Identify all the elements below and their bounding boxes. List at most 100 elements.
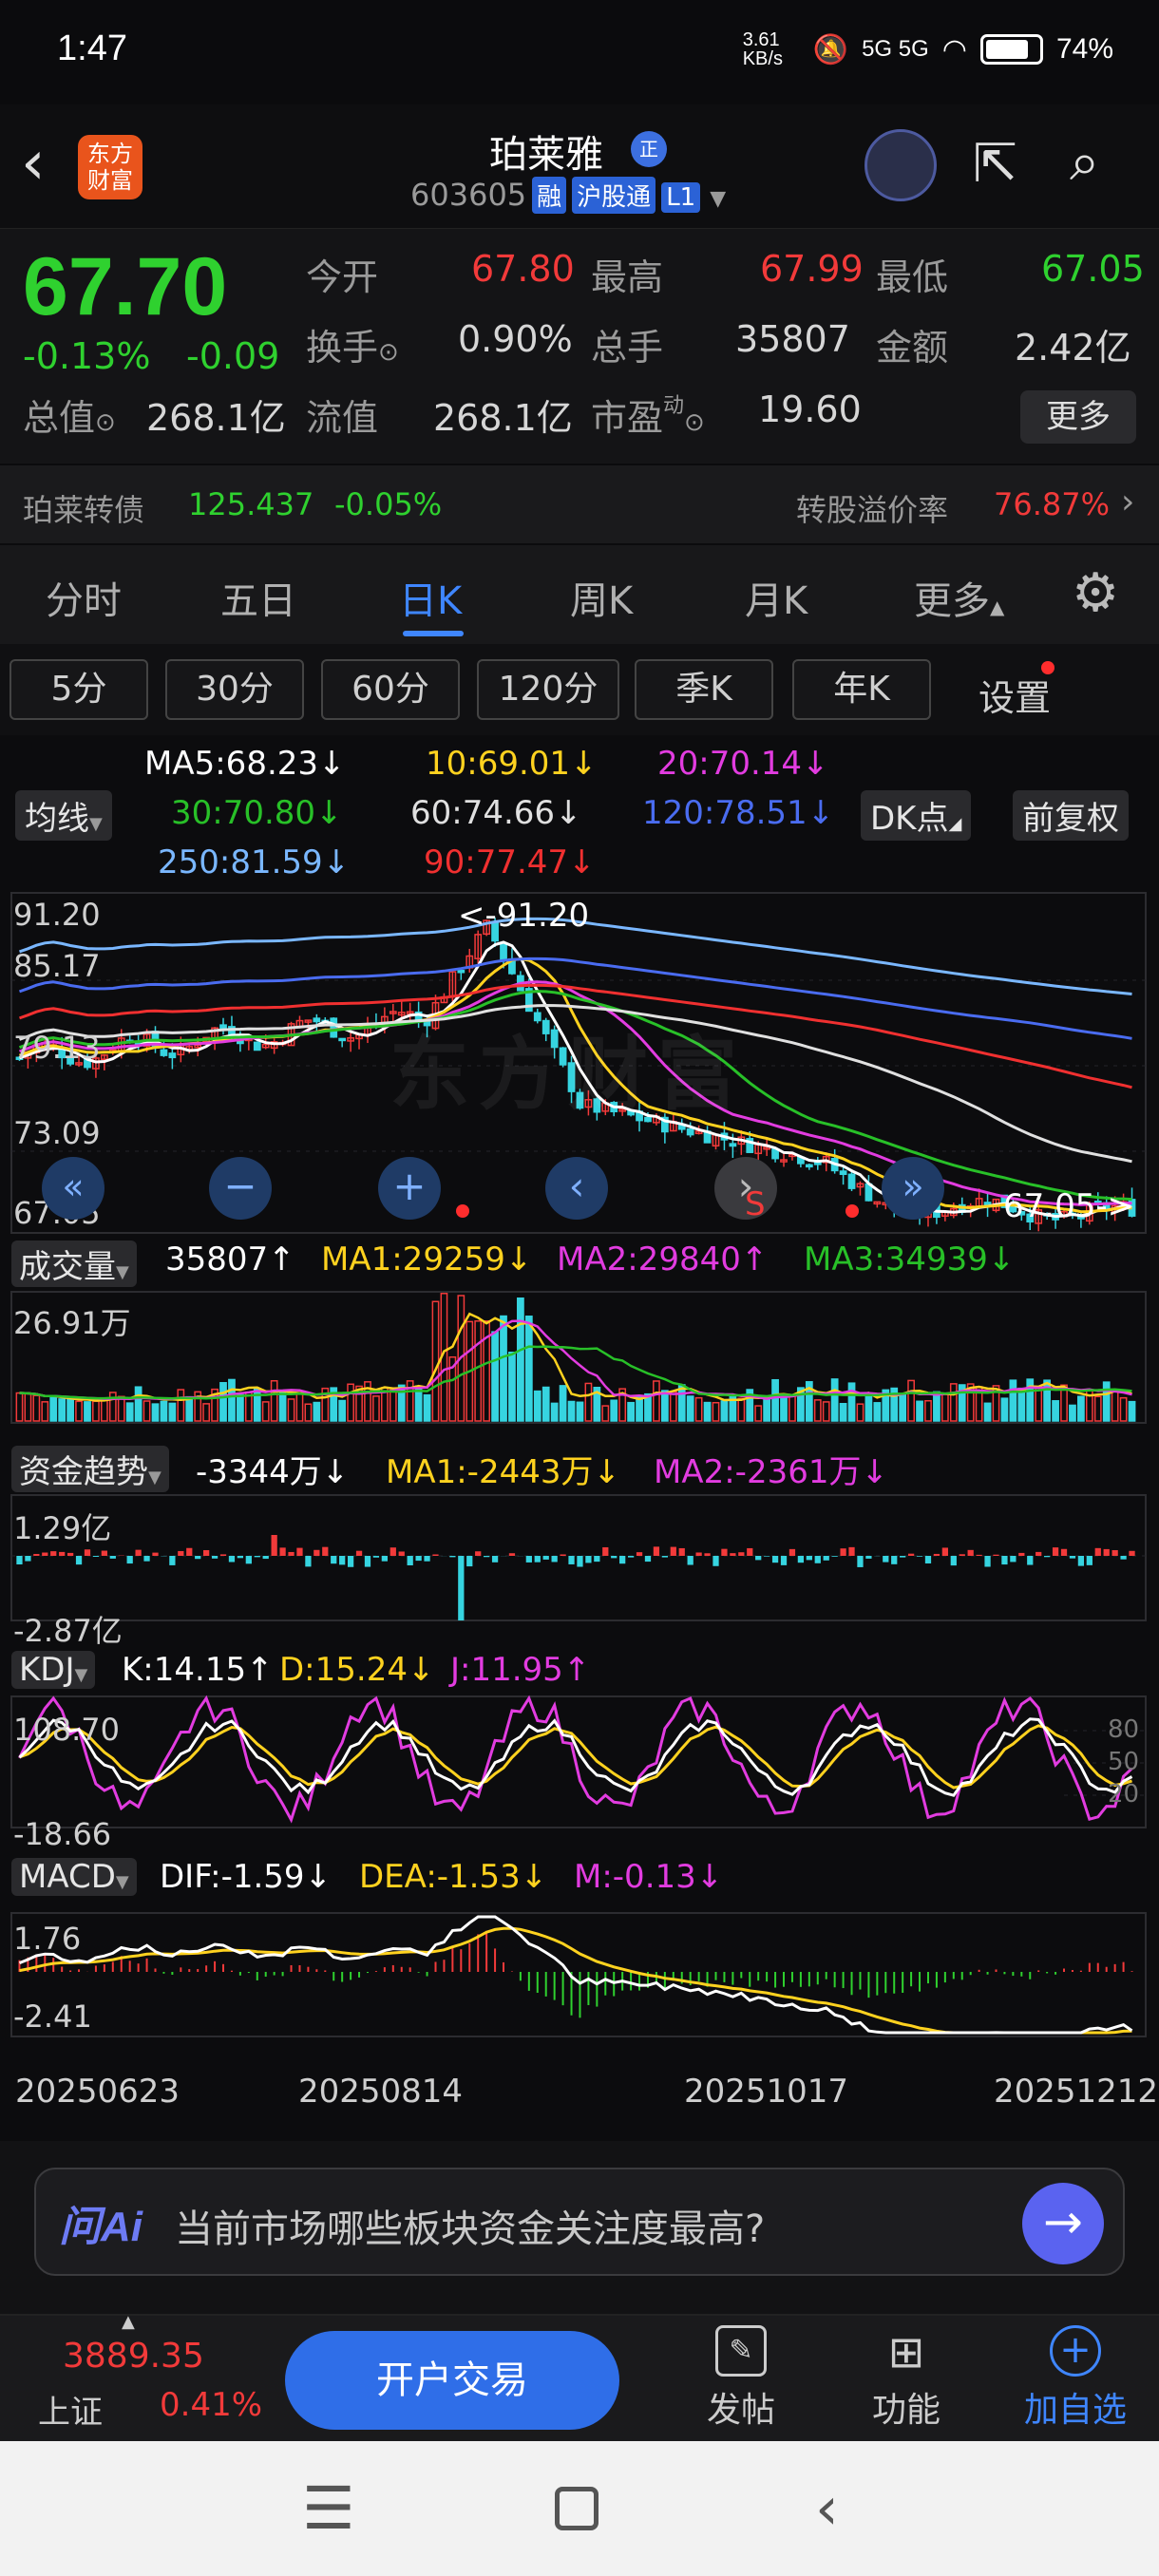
- volume-bar: [41, 1401, 49, 1422]
- period-30min[interactable]: 30分: [165, 659, 304, 720]
- fund-bar: [364, 1556, 371, 1567]
- fund-bar: [296, 1547, 303, 1556]
- menu-icon[interactable]: ☰: [302, 2473, 355, 2543]
- macd-dea: DEA:-1.53↓: [359, 1858, 548, 1896]
- index-value[interactable]: 3889.35: [63, 2337, 204, 2376]
- ai-assistant-section: 问Ai 当前市场哪些板块资金关注度最高? →: [0, 2141, 1159, 2293]
- fund-bar: [780, 1556, 788, 1565]
- battery-level: 74%: [1055, 33, 1113, 65]
- period-year[interactable]: 年K: [792, 659, 931, 720]
- macd-m: M:-0.13↓: [574, 1858, 724, 1896]
- tab-weekly-k[interactable]: 周K: [570, 570, 633, 625]
- candle-body: [457, 970, 466, 974]
- fund-bar: [508, 1553, 516, 1556]
- back-button[interactable]: ‹: [21, 133, 46, 194]
- home-icon[interactable]: [555, 2487, 598, 2530]
- more-button[interactable]: 更多: [1020, 390, 1136, 444]
- fund-bar: [959, 1554, 965, 1556]
- macd-indicator-dropdown[interactable]: MACD▼: [11, 1858, 137, 1896]
- index-name[interactable]: 上证: [38, 2386, 103, 2433]
- volume-bar: [763, 1398, 771, 1422]
- settings-link[interactable]: 设置: [978, 669, 1051, 721]
- fund-bar: [466, 1556, 473, 1567]
- dropdown-icon[interactable]: ▼: [710, 187, 726, 211]
- fund-indicator-dropdown[interactable]: 资金趋势▼: [11, 1446, 169, 1492]
- quote-label-float: 流值: [306, 397, 379, 439]
- period-quarter[interactable]: 季K: [635, 659, 773, 720]
- period-5min[interactable]: 5分: [10, 659, 148, 720]
- share-icon[interactable]: ⇱: [973, 133, 1017, 195]
- volume-bar: [66, 1398, 74, 1422]
- quote-value-turnover: 0.90%: [458, 318, 573, 360]
- tab-monthly-k[interactable]: 月K: [745, 570, 808, 625]
- fund-bar: [865, 1556, 872, 1559]
- volume-bar: [576, 1401, 584, 1422]
- candle-body: [330, 1017, 338, 1038]
- volume-bar: [788, 1393, 796, 1422]
- volume-indicator-dropdown[interactable]: 成交量▼: [11, 1241, 137, 1287]
- period-120min[interactable]: 120分: [477, 659, 619, 720]
- fund-bar: [195, 1556, 201, 1560]
- fund-bar: [924, 1556, 932, 1563]
- zoom-out-icon[interactable]: −: [209, 1157, 272, 1220]
- fund-bar: [59, 1551, 66, 1556]
- convertible-bond-bar[interactable]: 珀莱转债 125.437 -0.05% 转股溢价率 76.87% ›: [0, 464, 1159, 545]
- fund-bar: [288, 1551, 294, 1556]
- fund-bar: [594, 1556, 600, 1563]
- bottom-toolbar: ▲ 3889.35 上证 0.41% 开户交易 ✎ 发帖 ⊞ 功能 + 加自选: [0, 2312, 1159, 2441]
- send-arrow-icon[interactable]: →: [1022, 2183, 1104, 2264]
- volume-bar: [100, 1397, 108, 1422]
- volume-bar: [627, 1401, 635, 1422]
- fund-bar: [16, 1556, 23, 1565]
- fund-bar: [1103, 1548, 1110, 1556]
- wifi-icon: ◠: [941, 33, 967, 66]
- tab-intraday[interactable]: 分时: [46, 570, 122, 625]
- back-nav-icon[interactable]: ‹: [815, 2473, 839, 2543]
- fund-bar: [355, 1550, 363, 1556]
- ai-query-bar[interactable]: 问Ai 当前市场哪些板块资金关注度最高? →: [34, 2168, 1125, 2276]
- rewind-icon[interactable]: «: [42, 1157, 104, 1220]
- volume-bar: [423, 1393, 431, 1422]
- price-axis-2: 85.17: [13, 948, 101, 984]
- fund-bar: [525, 1556, 532, 1563]
- fund-bar: [950, 1556, 957, 1566]
- gear-icon[interactable]: ⚙: [1072, 562, 1119, 624]
- high-marker: <-91.20: [458, 897, 590, 935]
- open-account-button[interactable]: 开户交易: [285, 2331, 619, 2430]
- fund-bar: [577, 1556, 583, 1567]
- volume-bar: [916, 1400, 923, 1422]
- fund-bar: [916, 1556, 923, 1557]
- add-watchlist-button[interactable]: + 加自选: [1016, 2325, 1134, 2432]
- stock-code-row: 603605 融沪股通 L1 ▼: [410, 177, 726, 214]
- kline-chart-area[interactable]: MA5:68.23↓ 10:69.01↓ 20:70.14↓ 均线▼ 30:70…: [0, 735, 1159, 2141]
- volume-bar: [653, 1380, 660, 1422]
- kdj-indicator-dropdown[interactable]: KDJ▼: [11, 1651, 96, 1689]
- candle-body: [253, 1041, 261, 1051]
- search-icon[interactable]: ⌕: [1070, 131, 1099, 194]
- volume-bar: [949, 1383, 958, 1422]
- volume-bar: [686, 1395, 694, 1422]
- robot-assistant-icon[interactable]: [864, 129, 937, 201]
- volume-bar: [533, 1390, 542, 1422]
- volume-bar: [84, 1401, 91, 1422]
- fund-bar: [92, 1556, 100, 1557]
- tab-five-day[interactable]: 五日: [220, 570, 296, 625]
- volume-bar: [933, 1391, 940, 1422]
- period-60min[interactable]: 60分: [321, 659, 460, 720]
- index-pct[interactable]: 0.41%: [160, 2386, 262, 2424]
- kdj-level-50: 50: [1108, 1748, 1140, 1776]
- volume-bar: [771, 1378, 779, 1422]
- fast-forward-icon[interactable]: »: [882, 1157, 944, 1220]
- tab-daily-k[interactable]: 日K: [399, 570, 462, 625]
- move-left-icon[interactable]: ‹: [545, 1157, 608, 1220]
- volume-bar: [177, 1389, 185, 1422]
- tab-more[interactable]: 更多▲: [914, 570, 1004, 625]
- fund-bar: [721, 1548, 728, 1556]
- function-button[interactable]: ⊞ 功能: [859, 2325, 954, 2432]
- marker-dot-2: [846, 1204, 859, 1218]
- fund-bar: [152, 1552, 159, 1556]
- zoom-in-icon[interactable]: +: [378, 1157, 441, 1220]
- fund-bar: [398, 1551, 405, 1556]
- post-button[interactable]: ✎ 发帖: [694, 2325, 788, 2432]
- tag-connect: 沪股通: [572, 177, 656, 214]
